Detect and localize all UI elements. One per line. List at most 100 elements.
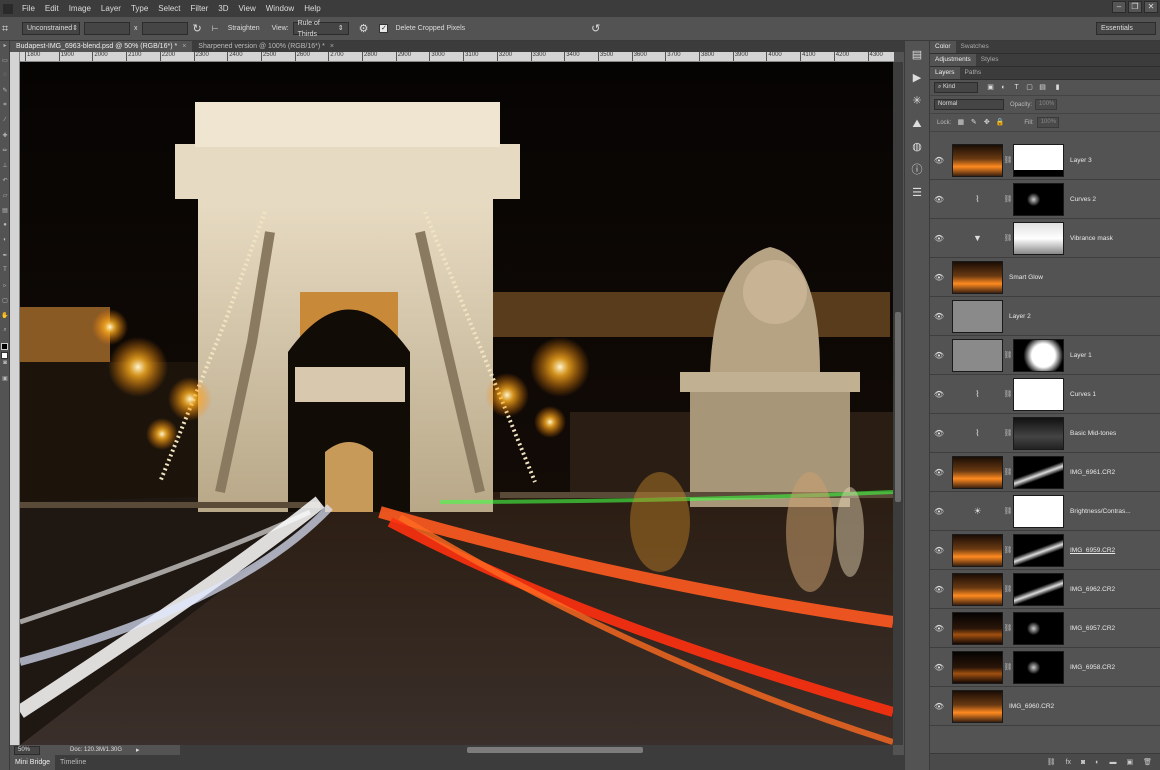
type-tool-icon[interactable]: T: [1, 267, 9, 281]
layer-mask-thumbnail[interactable]: [1013, 143, 1064, 177]
canvas-horizontal-scrollbar[interactable]: [180, 745, 893, 755]
actions-icon[interactable]: ▶: [908, 69, 926, 87]
minimize-button[interactable]: –: [1112, 1, 1126, 13]
chain-link-icon[interactable]: ⛓: [1003, 390, 1013, 398]
properties-icon[interactable]: ☰: [908, 184, 926, 202]
layer-name[interactable]: Smart Glow: [1009, 274, 1043, 281]
layer-name[interactable]: IMG_6962.CR2: [1070, 586, 1115, 593]
tab-paths[interactable]: Paths: [960, 67, 987, 79]
move-tool-icon[interactable]: ▸: [1, 42, 9, 56]
layer-row[interactable]: 👁 ⛓ Layer 1: [930, 336, 1160, 375]
path-select-tool-icon[interactable]: ▹: [1, 282, 9, 296]
lasso-tool-icon[interactable]: ◌: [1, 72, 9, 86]
trash-icon[interactable]: 🗑: [1143, 758, 1152, 766]
layer-row[interactable]: 👁 ⌇ ⛓ Curves 2: [930, 180, 1160, 219]
layer-name[interactable]: Brightness/Contras...: [1070, 508, 1131, 515]
brush-tool-icon[interactable]: ✏: [1, 147, 9, 161]
filter-adjustment-icon[interactable]: ◐: [999, 83, 1008, 92]
chain-link-icon[interactable]: ⛓: [1003, 468, 1013, 476]
swap-icon[interactable]: ↻: [193, 22, 202, 35]
menu-edit[interactable]: Edit: [40, 0, 64, 17]
color-wheel-icon[interactable]: ◍: [908, 138, 926, 156]
menu-3d[interactable]: 3D: [213, 0, 233, 17]
layer-row[interactable]: 👁 ⛓ Layer 3: [930, 141, 1160, 180]
layer-mask-thumbnail[interactable]: [1013, 572, 1064, 606]
lock-move-icon[interactable]: ✥: [982, 118, 991, 127]
straighten-icon[interactable]: ⊢: [212, 24, 219, 33]
foreground-color-swatch[interactable]: [1, 343, 8, 350]
info-icon[interactable]: ⓘ: [908, 161, 926, 179]
history-icon[interactable]: ▤: [908, 46, 926, 64]
blur-tool-icon[interactable]: ●: [1, 222, 9, 236]
link-icon[interactable]: ⛓: [1047, 758, 1056, 766]
fx-icon[interactable]: fx: [1066, 759, 1071, 766]
workspace-select[interactable]: Essentials: [1096, 22, 1156, 35]
chain-link-icon[interactable]: ⛓: [1003, 156, 1013, 164]
canvas-vertical-scrollbar[interactable]: [893, 62, 903, 745]
layer-row[interactable]: 👁 Layer 2: [930, 297, 1160, 336]
eye-icon[interactable]: 👁: [930, 312, 948, 321]
layer-row[interactable]: 👁 ⛓ IMG_6961.CR2: [930, 453, 1160, 492]
document-canvas[interactable]: [20, 62, 893, 745]
quick-select-tool-icon[interactable]: ✎: [1, 87, 9, 101]
scroll-thumb[interactable]: [467, 747, 643, 753]
lock-all-icon[interactable]: 🔒: [995, 118, 1004, 127]
mask-icon[interactable]: ◙: [1081, 759, 1085, 766]
reset-icon[interactable]: ↺: [591, 22, 600, 35]
layer-row[interactable]: 👁 ⛓ IMG_6958.CR2: [930, 648, 1160, 687]
blend-mode-select[interactable]: Normal: [934, 99, 1004, 110]
layer-mask-thumbnail[interactable]: [1013, 494, 1064, 528]
eye-icon[interactable]: 👁: [930, 429, 948, 438]
quick-mask-icon[interactable]: ◙: [1, 360, 9, 374]
layer-name[interactable]: IMG_6957.CR2: [1070, 625, 1115, 632]
new-layer-icon[interactable]: ▣: [1126, 758, 1133, 766]
eye-icon[interactable]: 👁: [930, 468, 948, 477]
group-icon[interactable]: ▬: [1109, 759, 1116, 766]
eye-icon[interactable]: 👁: [930, 507, 948, 516]
clone-source-icon[interactable]: ⛰: [908, 115, 926, 133]
chain-link-icon[interactable]: ⛓: [1003, 585, 1013, 593]
lock-transparent-icon[interactable]: ▦: [956, 118, 965, 127]
layer-row[interactable]: 👁 ☀ ⛓ Brightness/Contras...: [930, 492, 1160, 531]
chain-link-icon[interactable]: ⛓: [1003, 546, 1013, 554]
layer-name[interactable]: Vibrance mask: [1070, 235, 1113, 242]
status-menu-icon[interactable]: ▸: [136, 746, 140, 754]
layer-row[interactable]: 👁 ⛓ IMG_6962.CR2: [930, 570, 1160, 609]
layer-name[interactable]: Layer 1: [1070, 352, 1092, 359]
layer-mask-thumbnail[interactable]: [1013, 611, 1064, 645]
chain-link-icon[interactable]: ⛓: [1003, 507, 1013, 515]
close-icon[interactable]: ×: [330, 41, 334, 52]
eye-icon[interactable]: 👁: [930, 702, 948, 711]
close-icon[interactable]: ×: [182, 41, 186, 52]
eye-icon[interactable]: 👁: [930, 273, 948, 282]
eye-icon[interactable]: 👁: [930, 234, 948, 243]
chain-link-icon[interactable]: ⛓: [1003, 351, 1013, 359]
layer-name[interactable]: Layer 3: [1070, 157, 1092, 164]
crop-tool-icon[interactable]: ⌗: [1, 102, 9, 116]
menu-image[interactable]: Image: [64, 0, 96, 17]
layer-name[interactable]: Layer 2: [1009, 313, 1031, 320]
layer-name[interactable]: IMG_6960.CR2: [1009, 703, 1054, 710]
filter-smart-object-icon[interactable]: ▤: [1038, 83, 1047, 92]
zoom-field[interactable]: 50%: [14, 745, 40, 755]
layer-mask-thumbnail[interactable]: [1013, 338, 1064, 372]
chain-link-icon[interactable]: ⛓: [1003, 429, 1013, 437]
filter-toggle-icon[interactable]: ▮: [1053, 83, 1062, 92]
shape-tool-icon[interactable]: ▢: [1, 297, 9, 311]
eye-icon[interactable]: 👁: [930, 156, 948, 165]
menu-select[interactable]: Select: [153, 0, 185, 17]
filter-type-icon[interactable]: T: [1012, 83, 1021, 92]
eye-icon[interactable]: 👁: [930, 585, 948, 594]
chain-link-icon[interactable]: ⛓: [1003, 624, 1013, 632]
filter-kind-select[interactable]: ⌕ Kind: [934, 82, 978, 93]
menu-view[interactable]: View: [234, 0, 261, 17]
pen-tool-icon[interactable]: ✒: [1, 252, 9, 266]
tab-swatches[interactable]: Swatches: [956, 41, 994, 53]
tab-sharpened-version[interactable]: Sharpened version @ 100% (RGB/16*) * ×: [192, 41, 340, 52]
eye-icon[interactable]: 👁: [930, 663, 948, 672]
brush-presets-icon[interactable]: ✳: [908, 92, 926, 110]
tab-color[interactable]: Color: [930, 41, 956, 53]
crop-tool-icon[interactable]: ⌗: [2, 22, 16, 36]
dodge-tool-icon[interactable]: ◐: [1, 237, 9, 251]
layer-row[interactable]: 👁 IMG_6960.CR2: [930, 687, 1160, 726]
